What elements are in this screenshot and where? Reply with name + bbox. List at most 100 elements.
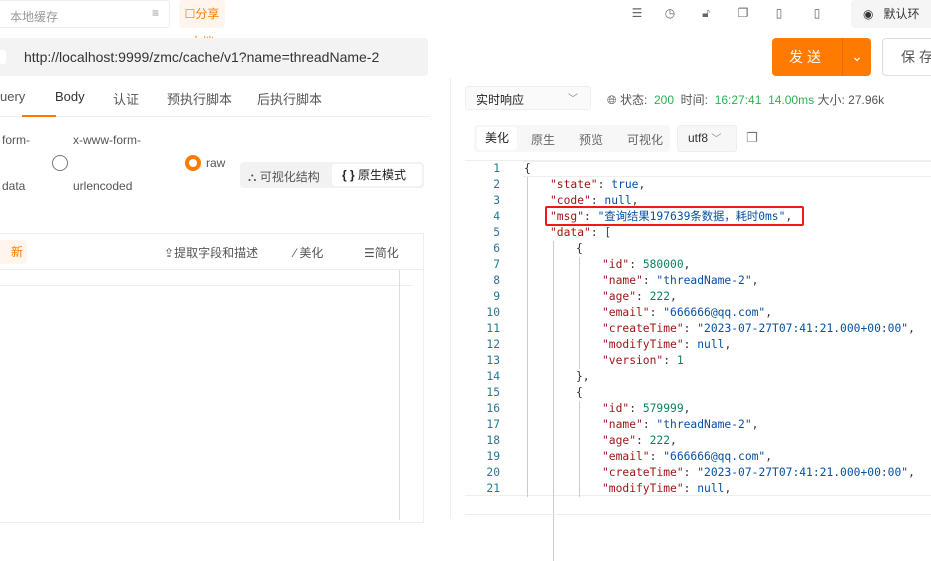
json-key: "modifyTime" (602, 482, 684, 495)
new-button[interactable]: 新 (0, 240, 27, 264)
lock-icon[interactable]: 🔓︎ (699, 6, 713, 20)
lines-icon: ☰ (364, 246, 375, 260)
visual-label: 可视化结构 (259, 170, 320, 184)
response-duration: 14.00ms (768, 93, 815, 107)
local-cache-search-input[interactable]: 本地缓存 ≡ (0, 0, 170, 28)
indent-guide (553, 241, 554, 561)
raw-mode-option[interactable]: { } 原生模式 (332, 164, 422, 186)
code-line: "id": 579999, (602, 401, 690, 417)
save-button[interactable]: 保存 (882, 38, 931, 76)
json-punct: , (765, 450, 773, 463)
editor-scrollbar[interactable] (399, 270, 400, 520)
line-number: 19 (486, 450, 500, 463)
json-punct: , (683, 402, 691, 415)
line-number: 5 (493, 226, 500, 239)
json-punct: : (649, 450, 664, 463)
url-input[interactable]: http://localhost:9999/zmc/cache/v1?name=… (0, 38, 428, 76)
chevron-down-icon: ﹀ (568, 94, 578, 105)
json-number: 1 (676, 354, 684, 367)
pane-divider[interactable] (450, 78, 451, 518)
highlight-box (545, 206, 804, 226)
json-punct: , (724, 482, 732, 495)
clock-icon[interactable]: ◷ (663, 6, 677, 20)
response-mode-select[interactable]: 实时响应 ﹀ (465, 86, 591, 110)
beautify-label: 美化 (299, 246, 324, 260)
json-number: 222 (649, 290, 671, 303)
code-line: "createTime": "2023-07-27T07:41:21.000+0… (602, 321, 915, 337)
code-line: "name": "threadName-2", (602, 273, 758, 289)
share-icon: ☐ (184, 7, 196, 21)
json-punct: { (524, 162, 531, 175)
json-punct: , (724, 338, 732, 351)
code-line: "state": true, (550, 177, 645, 193)
line-number: 8 (493, 274, 500, 287)
raw-mode-label: 原生模式 (358, 168, 407, 182)
json-key: "name" (602, 418, 643, 431)
json-punct: : (683, 482, 698, 495)
urlencoded-radio[interactable] (52, 155, 68, 171)
code-line: "modifyTime": null, (602, 337, 731, 353)
filter-list-icon[interactable]: ≡ (152, 6, 159, 20)
braces-icon: { } (342, 168, 355, 182)
json-number: 580000 (642, 258, 684, 271)
json-string: "2023-07-27T07:41:21.000+00:00" (697, 322, 909, 335)
line-number: 9 (493, 290, 500, 303)
raw-radio[interactable] (185, 155, 201, 171)
code-line: }, (576, 369, 590, 385)
line-number: 7 (493, 258, 500, 271)
json-punct: : (642, 418, 657, 431)
copy-icon[interactable]: ❐ (746, 130, 758, 146)
json-punct: : (649, 306, 664, 319)
copy-icon[interactable]: ❐ (736, 6, 750, 20)
json-punct: , (751, 418, 759, 431)
method-selector-edge[interactable] (0, 50, 6, 64)
line-number: 14 (486, 370, 500, 383)
line-number: 6 (493, 242, 500, 255)
extract-fields-button[interactable]: ⇪提取字段和描述 (164, 244, 258, 261)
tab-preview[interactable]: 预览 (579, 131, 603, 148)
chevron-down-icon: ﹀ (711, 134, 722, 145)
tab-raw[interactable]: 原生 (531, 131, 555, 148)
tab-auth[interactable]: 认证 (113, 89, 139, 108)
simplify-button[interactable]: ☰简化 (364, 244, 399, 261)
body-editor[interactable] (0, 233, 424, 523)
indent-guide (579, 401, 580, 497)
send-button[interactable]: 发送 ⌄ (772, 38, 871, 76)
code-line: "name": "threadName-2", (602, 417, 758, 433)
json-punct: , (908, 466, 915, 479)
code-line: "modifyTime": null, (602, 481, 731, 497)
share-doc-button[interactable]: ☐分享文档 (179, 0, 225, 49)
environment-selector[interactable]: ◉ 默认环 (851, 0, 931, 28)
code-line: "age": 222, (602, 433, 677, 449)
flash-icon[interactable]: ▯ (810, 6, 824, 20)
json-string: "2023-07-27T07:41:21.000+00:00" (697, 466, 909, 479)
json-punct: : (663, 354, 677, 367)
tab-pre-script[interactable]: 预执行脚本 (167, 89, 232, 108)
json-key: "createTime" (602, 322, 684, 335)
code-line: "createTime": "2023-07-27T07:41:21.000+0… (602, 465, 915, 481)
encoding-select[interactable]: utf8 ﹀ (677, 125, 737, 152)
json-punct: , (683, 258, 691, 271)
list-icon[interactable]: ☰ (630, 6, 644, 20)
code-icon[interactable]: ▯ (772, 6, 786, 20)
env-label: 默认环 (883, 7, 920, 21)
tab-query[interactable]: uery (0, 89, 25, 104)
line-number: 4 (493, 210, 500, 223)
tab-post-script[interactable]: 后执行脚本 (257, 89, 322, 108)
tabs-divider (0, 116, 430, 117)
tab-visualize[interactable]: 可视化 (627, 131, 663, 148)
beautify-button[interactable]: ⁄ 美化 (294, 244, 323, 261)
chevron-down-icon[interactable]: ⌄ (842, 38, 871, 76)
visual-structure-option[interactable]: ⛬ 可视化结构 (248, 168, 320, 185)
current-line-highlight (523, 161, 931, 177)
editor-toolbar-divider (0, 269, 424, 270)
response-view-tabs: 美化 原生 预览 可视化 (474, 125, 670, 152)
tab-body[interactable]: Body (55, 89, 85, 104)
form-data-label-2: data (2, 179, 26, 193)
eye-icon: ◉ (863, 7, 874, 21)
line-number: 13 (486, 354, 500, 367)
json-string: "666666@qq.com" (663, 306, 766, 319)
json-punct: : (629, 402, 643, 415)
json-key: "name" (602, 274, 643, 287)
tab-beautify[interactable]: 美化 (477, 127, 517, 150)
